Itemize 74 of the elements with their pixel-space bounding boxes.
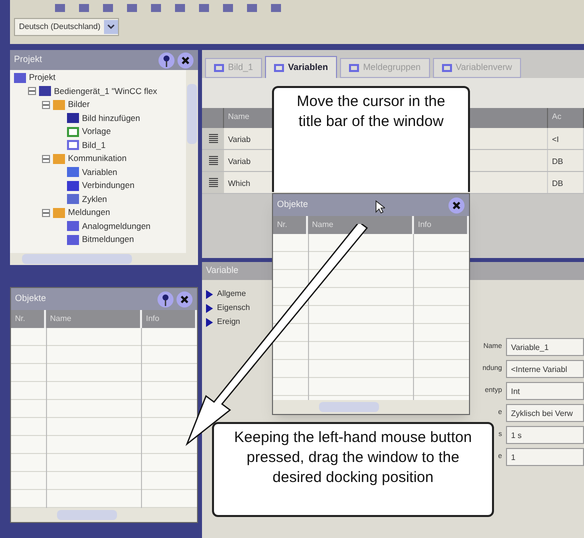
- toolbar-tool-icon[interactable]: [270, 3, 282, 13]
- nav-item[interactable]: Eigensch: [217, 302, 250, 314]
- toolbar-tool-icon[interactable]: [126, 3, 138, 13]
- tree-item[interactable]: Bild hinzufügen: [82, 112, 140, 125]
- toolbar-tool-icon[interactable]: [150, 3, 162, 13]
- expander-icon[interactable]: [42, 208, 50, 217]
- callout-tooltip: Move the cursor in the title bar of the window: [272, 86, 470, 192]
- tree-item-icon: [67, 126, 79, 137]
- tree-item[interactable]: Analogmeldungen: [82, 220, 151, 233]
- tree-item-icon: [67, 234, 79, 245]
- toolbar-tool-icon[interactable]: [246, 3, 258, 13]
- row-handle-icon[interactable]: [208, 134, 218, 144]
- nav-item[interactable]: Ereign: [217, 316, 240, 328]
- window-title: Objekte: [277, 198, 308, 212]
- tree-item[interactable]: Bitmeldungen: [82, 233, 134, 246]
- tree-item-icon: [67, 180, 79, 191]
- table-cell: <I: [548, 128, 584, 149]
- tree-item[interactable]: Bilder: [68, 98, 90, 112]
- tree-item[interactable]: Meldungen: [68, 206, 110, 220]
- table-cell: DB: [548, 172, 584, 193]
- tree-item-icon: [67, 113, 79, 124]
- editor-tab[interactable]: Variablen: [265, 56, 338, 78]
- tree-item[interactable]: Verbindungen: [82, 179, 134, 192]
- toolbar-tool-icon[interactable]: [174, 3, 186, 13]
- tree-item-icon: [67, 221, 79, 232]
- horizontal-scrollbar[interactable]: [10, 253, 198, 265]
- panel-title: Variable: [206, 264, 238, 278]
- nav-item[interactable]: Allgeme: [217, 288, 246, 300]
- toolbar-tool-icon[interactable]: [198, 3, 210, 13]
- row-handle-icon[interactable]: [208, 178, 218, 188]
- dropdown-value: Deutsch (Deutschland): [19, 21, 100, 33]
- tree-item-icon: [67, 167, 79, 178]
- close-icon[interactable]: [176, 290, 193, 308]
- folder-icon: [53, 100, 65, 110]
- close-icon[interactable]: [448, 196, 465, 214]
- mouse-cursor-icon: [375, 200, 385, 214]
- input-field[interactable]: Zyklisch bei Verw: [506, 404, 584, 422]
- tree-item[interactable]: Variablen: [82, 166, 118, 179]
- language-dropdown[interactable]: Deutsch (Deutschland): [14, 18, 119, 36]
- toolbar-tool-icon[interactable]: [222, 3, 234, 13]
- tree-item-icon: [67, 194, 79, 204]
- toolbar-tool-icon[interactable]: [54, 3, 66, 13]
- tree-item[interactable]: Vorlage: [82, 125, 111, 138]
- pin-icon[interactable]: [157, 290, 174, 308]
- toolbar-tool-icon[interactable]: [102, 3, 114, 13]
- callout-tooltip: Keeping the left-hand mouse button pressed, drag the window to the desired docking position: [212, 422, 494, 517]
- input-field[interactable]: Variable_1: [506, 338, 584, 356]
- close-icon[interactable]: [177, 52, 194, 68]
- tree-item-icon: [67, 140, 79, 150]
- tree-item[interactable]: Zyklen: [82, 192, 108, 206]
- table-cell: DB: [548, 150, 584, 171]
- tree-item[interactable]: Bild_1: [82, 138, 106, 152]
- folder-icon: [53, 208, 65, 218]
- tree-item-icon: [14, 72, 26, 83]
- expander-icon[interactable]: [42, 154, 50, 163]
- input-field[interactable]: 1: [506, 448, 584, 466]
- expander-icon[interactable]: [28, 87, 36, 96]
- horizontal-scrollbar[interactable]: [273, 400, 469, 414]
- folder-icon: [53, 154, 65, 164]
- row-handle-icon[interactable]: [208, 156, 218, 166]
- input-field[interactable]: <Interne Variabl: [506, 360, 584, 378]
- input-field[interactable]: Int: [506, 382, 584, 400]
- tree-item[interactable]: Kommunikation: [68, 152, 127, 166]
- horizontal-scrollbar[interactable]: [11, 508, 197, 522]
- tree-item-icon: [39, 86, 51, 96]
- input-field[interactable]: 1 s: [506, 426, 584, 444]
- toolbar-tool-icon[interactable]: [78, 3, 90, 13]
- vertical-scrollbar[interactable]: [186, 70, 198, 253]
- panel-title: Projekt: [14, 53, 42, 66]
- window-title: Objekte: [15, 292, 46, 306]
- tree-item[interactable]: Projekt: [29, 71, 56, 84]
- tree-item[interactable]: Bediengerät_1 "WinCC flex: [54, 84, 158, 98]
- pin-icon[interactable]: [158, 52, 175, 68]
- expander-icon[interactable]: [42, 100, 50, 109]
